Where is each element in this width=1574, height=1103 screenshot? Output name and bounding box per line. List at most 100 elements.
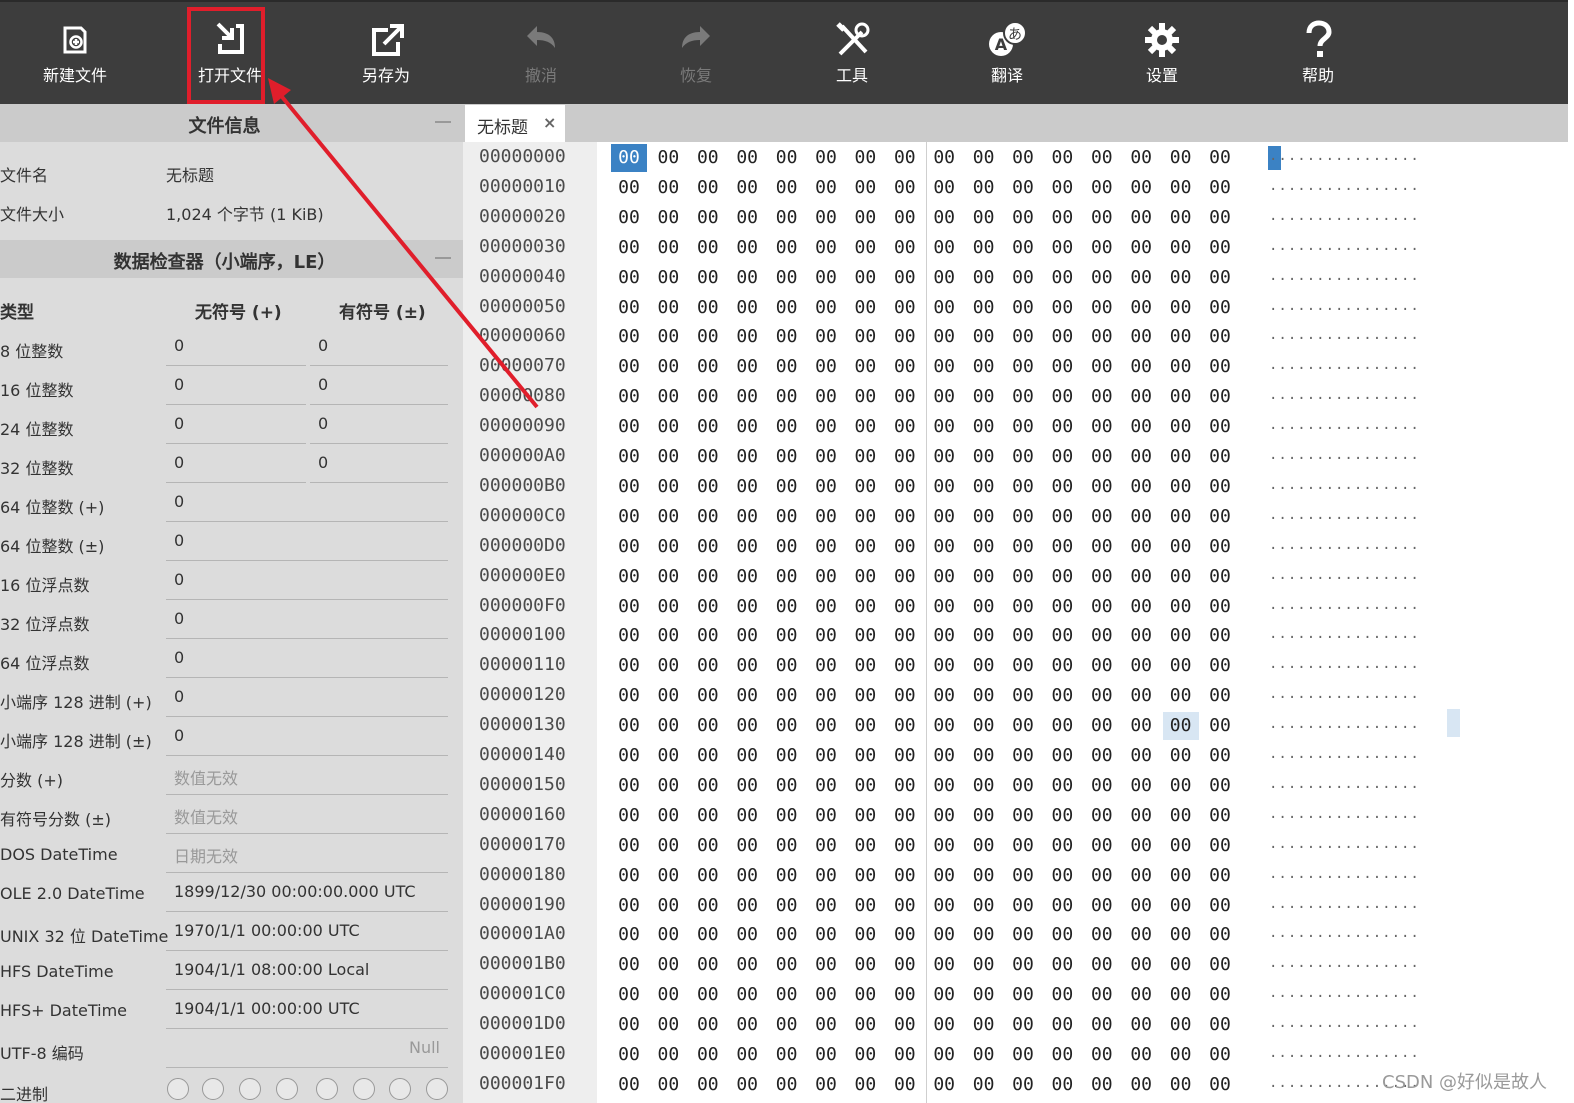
ascii-row[interactable]: ................ [1269,238,1420,254]
hex-byte[interactable]: 00 [966,802,1002,830]
hex-byte[interactable]: 00 [887,862,923,890]
hex-byte[interactable]: 00 [1044,1041,1080,1069]
hex-byte[interactable]: 00 [808,682,844,710]
ascii-row[interactable]: ................ [1269,985,1420,1001]
hex-byte[interactable]: 00 [808,383,844,411]
hex-byte[interactable]: 00 [690,832,726,860]
hex-byte[interactable]: 00 [650,1071,686,1099]
hex-byte[interactable]: 00 [966,772,1002,800]
hex-byte[interactable]: 00 [887,234,923,262]
hex-byte[interactable]: 00 [887,832,923,860]
hex-byte[interactable]: 00 [1163,742,1199,770]
hex-byte[interactable]: 00 [887,622,923,650]
hex-byte[interactable]: 00 [1123,264,1159,292]
hex-byte[interactable]: 00 [650,742,686,770]
settings-button[interactable]: 设置 [1102,2,1222,102]
hex-byte[interactable]: 00 [926,652,962,680]
hex-byte[interactable]: 00 [966,443,1002,471]
hex-byte[interactable]: 00 [729,981,765,1009]
hex-byte[interactable]: 00 [1123,862,1159,890]
hex-byte[interactable]: 00 [808,892,844,920]
hex-byte[interactable]: 00 [808,772,844,800]
file-info-header[interactable]: 文件信息 [0,104,463,142]
hex-byte[interactable]: 00 [926,682,962,710]
int32-signed-field[interactable]: 0 [310,445,448,483]
hex-byte[interactable]: 00 [966,264,1002,292]
hex-byte[interactable]: 00 [847,413,883,441]
hex-byte[interactable]: 00 [650,563,686,591]
hex-byte[interactable]: 00 [1005,294,1041,322]
hex-byte[interactable]: 00 [1202,533,1238,561]
hex-byte[interactable]: 00 [611,1011,647,1039]
hex-byte[interactable]: 00 [1202,1041,1238,1069]
hex-byte[interactable]: 00 [1084,892,1120,920]
hex-byte[interactable]: 00 [690,712,726,740]
hex-byte[interactable]: 00 [1163,204,1199,232]
hex-byte[interactable]: 00 [926,892,962,920]
new-file-button[interactable]: 新建文件 [15,2,135,102]
hex-byte[interactable]: 00 [1202,264,1238,292]
hex-byte[interactable]: 00 [887,174,923,202]
ascii-row[interactable]: ................ [1269,417,1420,433]
int16-unsigned-field[interactable]: 0 [166,367,306,405]
hex-byte[interactable]: 00 [808,533,844,561]
hex-byte[interactable]: 00 [1123,682,1159,710]
hex-byte[interactable]: 00 [1123,802,1159,830]
hex-byte[interactable]: 00 [1044,1071,1080,1099]
hex-byte[interactable]: 00 [966,652,1002,680]
hex-byte[interactable]: 00 [847,862,883,890]
hex-byte[interactable]: 00 [611,1071,647,1099]
hex-byte[interactable]: 00 [966,1011,1002,1039]
hex-byte[interactable]: 00 [1005,1041,1041,1069]
hex-byte[interactable]: 00 [1123,921,1159,949]
hex-byte[interactable]: 00 [926,1011,962,1039]
hex-byte[interactable]: 00 [769,1041,805,1069]
hex-byte[interactable]: 00 [1123,1011,1159,1039]
hex-byte[interactable]: 00 [887,892,923,920]
hex-byte[interactable]: 00 [729,353,765,381]
hex-byte[interactable]: 00 [847,832,883,860]
hex-byte[interactable]: 00 [1202,682,1238,710]
hex-byte[interactable]: 00 [1123,981,1159,1009]
hex-byte[interactable]: 00 [966,323,1002,351]
ascii-row[interactable]: ................ [1269,746,1420,762]
hex-byte[interactable]: 00 [1202,802,1238,830]
hex-byte[interactable]: 00 [1123,622,1159,650]
bit-toggle[interactable] [316,1078,338,1100]
hex-byte[interactable]: 00 [729,1071,765,1099]
hex-byte[interactable]: 00 [1044,862,1080,890]
hex-byte[interactable]: 00 [1005,563,1041,591]
hex-byte[interactable]: 00 [1123,353,1159,381]
hex-byte[interactable]: 00 [769,742,805,770]
hex-byte[interactable]: 00 [1005,443,1041,471]
hex-byte[interactable]: 00 [1163,323,1199,351]
hex-byte[interactable]: 00 [847,234,883,262]
bit-toggle[interactable] [353,1078,375,1100]
hex-byte[interactable]: 00 [966,294,1002,322]
ascii-row[interactable]: ................ [1269,268,1420,284]
ascii-row[interactable]: ................ [1269,597,1420,613]
hex-byte[interactable]: 00 [729,921,765,949]
hex-byte[interactable]: 00 [887,204,923,232]
hex-byte[interactable]: 00 [926,473,962,501]
hex-byte[interactable]: 00 [690,563,726,591]
hex-byte[interactable]: 00 [1123,323,1159,351]
hex-byte[interactable]: 00 [808,443,844,471]
hex-byte[interactable]: 00 [1163,772,1199,800]
collapse-icon[interactable] [435,257,451,259]
hex-byte[interactable]: 00 [808,862,844,890]
hex-byte[interactable]: 00 [808,264,844,292]
hex-byte[interactable]: 00 [769,832,805,860]
hex-byte[interactable]: 00 [1202,981,1238,1009]
hex-byte[interactable]: 00 [729,204,765,232]
collapse-icon[interactable] [435,121,451,123]
hex-byte[interactable]: 00 [1084,204,1120,232]
hex-byte[interactable]: 00 [729,563,765,591]
bit-toggle[interactable] [167,1078,189,1100]
hex-byte[interactable]: 00 [729,234,765,262]
hex-byte[interactable]: 00 [650,503,686,531]
hex-byte[interactable]: 00 [1084,174,1120,202]
hex-byte[interactable]: 00 [729,473,765,501]
hex-byte[interactable]: 00 [650,1011,686,1039]
unix-datetime-field[interactable]: 1970/1/1 00:00:00 UTC [166,913,448,951]
